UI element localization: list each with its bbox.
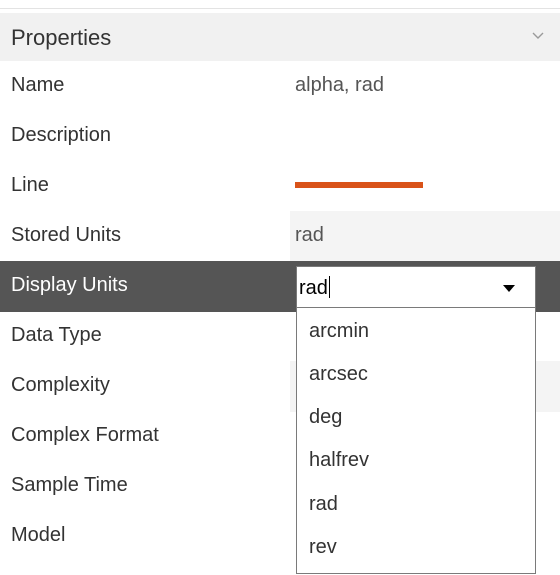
property-label-stored-units: Stored Units [11,224,122,246]
property-label-display-units: Display Units [11,274,128,296]
line-color-swatch[interactable] [295,182,423,188]
dropdown-option-deg[interactable]: deg [297,396,535,439]
dropdown-option-label: rev [309,536,337,558]
dropdown-option-label: rad [309,493,338,515]
property-label-data-type: Data Type [11,324,102,346]
dropdown-option-rev[interactable]: rev [297,526,535,569]
properties-header[interactable]: Properties [0,13,560,61]
display-units-select[interactable]: rad [296,266,536,308]
property-row-stored-units[interactable]: Stored Units rad [0,211,560,262]
dropdown-option-rad[interactable]: rad [297,483,535,526]
chevron-down-icon[interactable] [530,27,546,43]
property-label-name: Name [11,74,65,96]
text-cursor [328,276,330,298]
dropdown-option-halfrev[interactable]: halfrev [297,439,535,482]
dropdown-option-label: deg [309,406,343,428]
property-value-name[interactable]: alpha, rad [295,74,384,97]
display-units-select-value[interactable]: rad [299,276,330,300]
dropdown-option-arcmin[interactable]: arcmin [297,310,535,353]
dropdown-option-arcsec[interactable]: arcsec [297,353,535,396]
display-units-dropdown-list: arcmin arcsec deg halfrev rad rev [296,308,536,574]
properties-panel: Properties Name alpha, rad Description L… [0,0,560,575]
property-row-name[interactable]: Name alpha, rad [0,61,560,112]
property-row-line[interactable]: Line [0,161,560,212]
property-row-description[interactable]: Description [0,111,560,162]
dropdown-option-label: arcsec [309,363,368,385]
property-label-model: Model [11,524,66,546]
dropdown-arrow-icon[interactable] [503,285,515,292]
property-label-description: Description [11,124,112,146]
properties-title: Properties [11,25,112,50]
dropdown-option-label: halfrev [309,449,370,471]
property-value-stored-units: rad [295,224,324,246]
property-label-complex-format: Complex Format [11,424,159,446]
property-label-complexity: Complexity [11,374,110,396]
display-units-current-text: rad [299,277,328,299]
property-label-line: Line [11,174,49,196]
top-divider [0,8,560,9]
property-label-sample-time: Sample Time [11,474,128,496]
dropdown-option-label: arcmin [309,320,370,342]
